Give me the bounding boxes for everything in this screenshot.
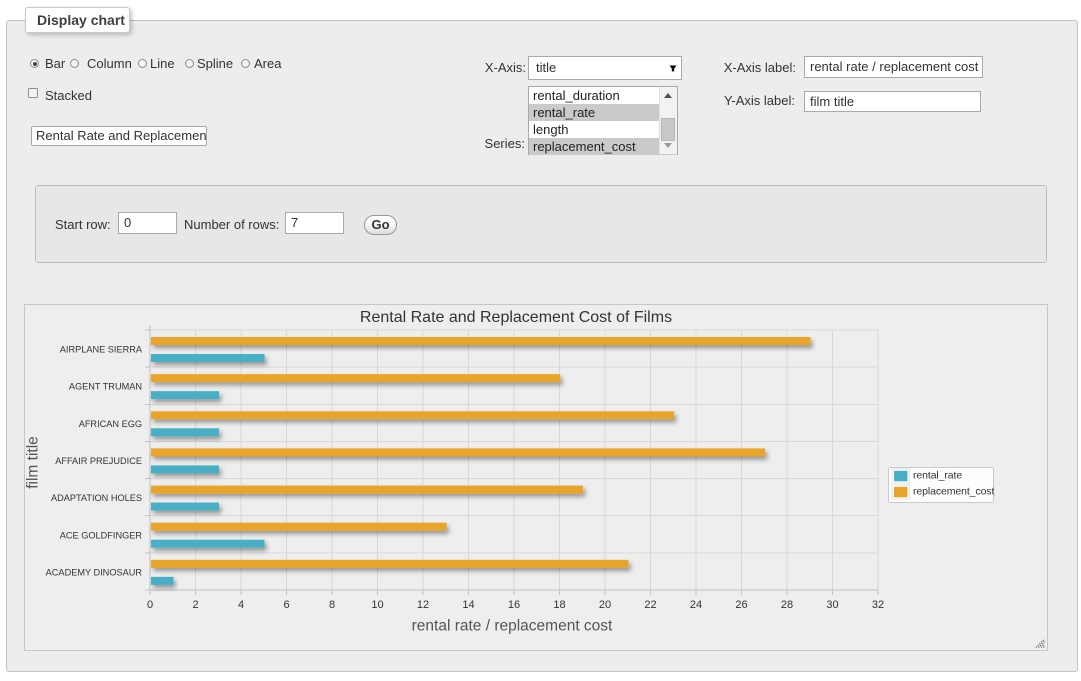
svg-text:12: 12 <box>417 599 429 611</box>
svg-text:0: 0 <box>147 599 153 611</box>
svg-text:30: 30 <box>826 599 838 611</box>
svg-text:6: 6 <box>283 599 289 611</box>
svg-text:AGENT TRUMAN: AGENT TRUMAN <box>69 382 142 392</box>
svg-text:10: 10 <box>371 599 383 611</box>
svg-text:8: 8 <box>329 599 335 611</box>
svg-text:28: 28 <box>781 599 793 611</box>
svg-text:ADAPTATION HOLES: ADAPTATION HOLES <box>51 493 142 503</box>
svg-text:22: 22 <box>644 599 656 611</box>
svg-text:replacement_cost: replacement_cost <box>913 486 994 498</box>
svg-text:4: 4 <box>238 599 244 611</box>
svg-text:AIRPLANE SIERRA: AIRPLANE SIERRA <box>60 345 143 355</box>
svg-text:32: 32 <box>872 599 884 611</box>
svg-text:ACE GOLDFINGER: ACE GOLDFINGER <box>60 530 143 540</box>
svg-text:2: 2 <box>192 599 198 611</box>
svg-text:AFFAIR PREJUDICE: AFFAIR PREJUDICE <box>55 456 142 466</box>
svg-text:20: 20 <box>599 599 611 611</box>
svg-text:18: 18 <box>553 599 565 611</box>
svg-text:rental_rate: rental_rate <box>913 470 962 482</box>
svg-text:ACADEMY DINOSAUR: ACADEMY DINOSAUR <box>46 567 143 577</box>
svg-text:26: 26 <box>735 599 747 611</box>
svg-text:rental rate / replacement cost: rental rate / replacement cost <box>412 618 613 635</box>
svg-text:Rental Rate and Replacement Co: Rental Rate and Replacement Cost of Film… <box>360 309 672 326</box>
svg-text:24: 24 <box>690 599 702 611</box>
svg-text:film title: film title <box>25 436 42 489</box>
svg-text:14: 14 <box>462 599 474 611</box>
svg-text:AFRICAN EGG: AFRICAN EGG <box>79 419 142 429</box>
svg-text:16: 16 <box>508 599 520 611</box>
